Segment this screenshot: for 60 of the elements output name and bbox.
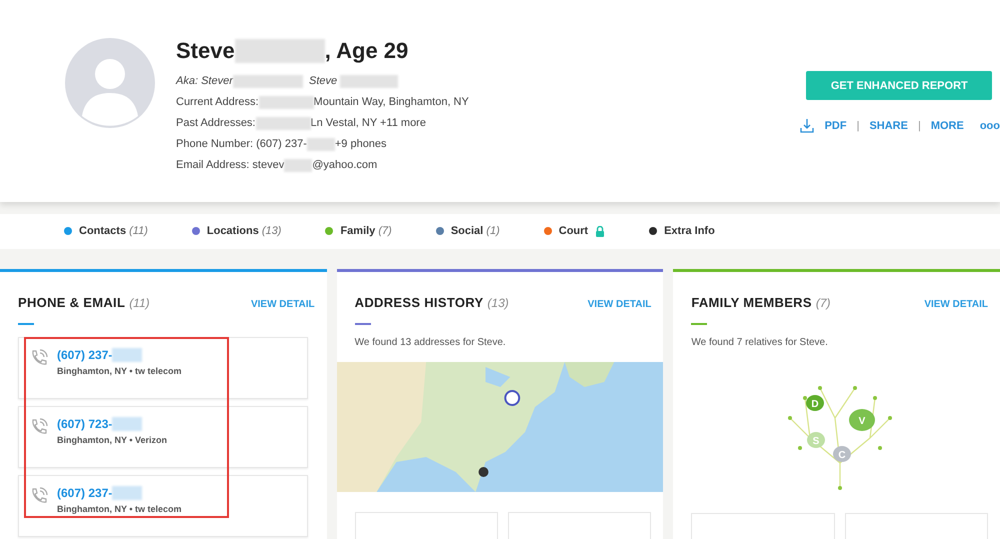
- enhanced-report-button[interactable]: GET ENHANCED REPORT: [806, 71, 992, 100]
- summary-text: We found 7 relatives for Steve.: [691, 337, 829, 348]
- info-label: Past Addresses:: [176, 117, 256, 129]
- card-title: PHONE & EMAIL: [18, 295, 126, 310]
- action-link[interactable]: SHARE: [869, 120, 908, 132]
- redaction-mark: [284, 158, 312, 172]
- link-separator: |: [918, 120, 921, 132]
- section-tab[interactable]: Social (1): [436, 225, 500, 238]
- phone-detail: Binghamton, NY • tw telecom: [57, 504, 182, 514]
- redaction-mark: [112, 348, 142, 362]
- aka-name: Steve: [309, 75, 338, 87]
- avatar-icon: [65, 38, 155, 128]
- leaf-icon: C: [832, 446, 851, 462]
- redaction-mark: [258, 96, 314, 108]
- view-detail-link[interactable]: VIEW DETAIL: [250, 299, 315, 310]
- leaf-icon: D: [806, 395, 824, 411]
- info-value: Mountain Way, Binghamton, NY: [314, 96, 469, 108]
- aka-label: Aka: Stever: [176, 75, 233, 87]
- phone-card[interactable]: (607) 237- Binghamton, NY • tw telecom: [18, 337, 308, 399]
- section-tab[interactable]: Family (7): [325, 225, 392, 238]
- action-link[interactable]: MORE: [930, 120, 964, 132]
- phone-card[interactable]: (607) 237- Binghamton, NY • tw telecom: [18, 475, 308, 537]
- redaction-mark: [232, 74, 303, 88]
- info-value: +9 phones: [334, 138, 387, 150]
- card-title: FAMILY MEMBERS: [691, 295, 812, 310]
- section-tab[interactable]: Extra Info: [649, 225, 715, 238]
- download-icon[interactable]: [798, 118, 815, 134]
- more-options-icon[interactable]: ooo: [980, 120, 1000, 132]
- card-count: (13): [487, 296, 509, 310]
- section-tab[interactable]: Locations (13): [192, 225, 282, 238]
- view-detail-link[interactable]: VIEW DETAIL: [588, 299, 652, 310]
- info-value: Ln Vestal, NY +11 more: [310, 117, 426, 129]
- info-label: Phone Number: (607) 237-: [176, 138, 307, 150]
- phone-number[interactable]: (607) 723-: [57, 417, 112, 431]
- redaction-mark: [256, 116, 310, 130]
- info-label: Current Address:: [176, 96, 259, 108]
- redaction-mark: [112, 486, 142, 500]
- person-age: , Age 29: [324, 38, 408, 64]
- phone-number[interactable]: (607) 237-: [57, 486, 112, 500]
- action-link[interactable]: PDF: [824, 120, 847, 132]
- info-label: Email Address: stevev: [176, 159, 284, 171]
- view-detail-link[interactable]: VIEW DETAIL: [924, 299, 988, 310]
- redaction-mark: [112, 417, 142, 431]
- card-count: (7): [816, 296, 831, 310]
- section-tab[interactable]: Contacts (11): [64, 225, 148, 238]
- phone-detail: Binghamton, NY • Verizon: [57, 435, 167, 445]
- phone-number[interactable]: (607) 237-: [57, 348, 112, 362]
- card-count: (11): [129, 296, 150, 310]
- summary-text: We found 13 addresses for Steve.: [354, 337, 507, 348]
- card-title: ADDRESS HISTORY: [354, 295, 484, 310]
- redaction-mark: [306, 138, 335, 150]
- info-value: @yahoo.com: [312, 159, 378, 171]
- phone-card[interactable]: (607) 723- Binghamton, NY • Verizon: [18, 406, 308, 468]
- link-separator: |: [856, 120, 860, 132]
- person-name: Steve: [176, 38, 235, 64]
- section-tab[interactable]: Court: [544, 225, 606, 238]
- redaction-mark: [340, 74, 398, 88]
- leaf-icon: S: [806, 432, 825, 448]
- leaf-icon: V: [848, 409, 875, 431]
- phone-detail: Binghamton, NY • tw telecom: [57, 366, 182, 376]
